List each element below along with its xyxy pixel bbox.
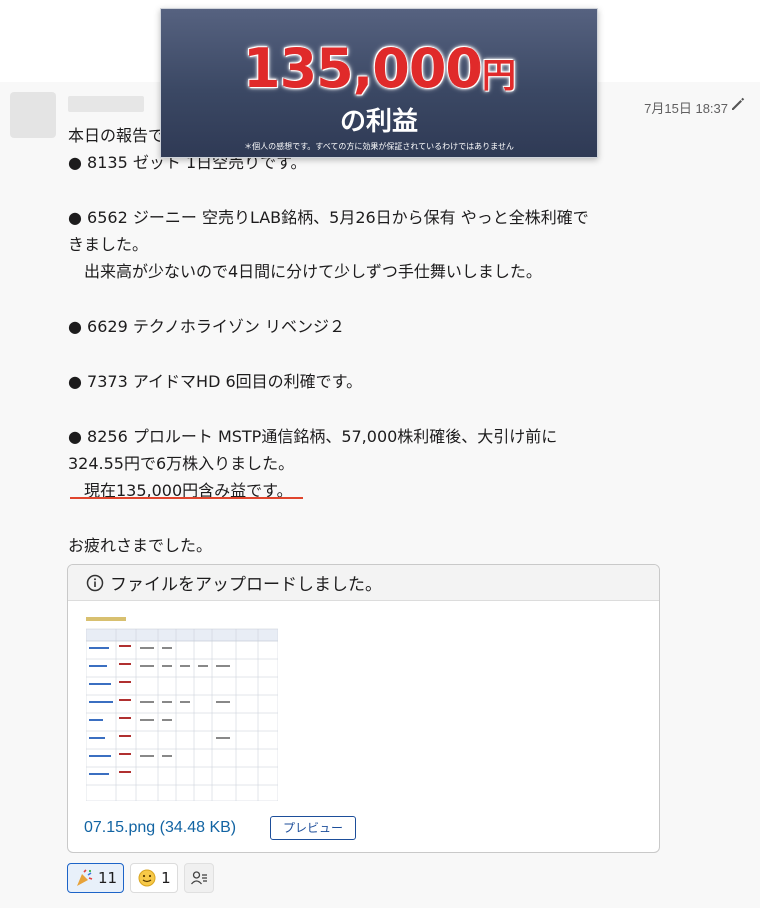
banner-subtitle: の利益 bbox=[339, 107, 418, 137]
user-list-icon bbox=[190, 871, 207, 885]
banner-amount-number: 135,000 bbox=[243, 37, 483, 100]
info-icon bbox=[86, 574, 104, 591]
message-line: ● 6629 テクノホライゾン リベンジ２ bbox=[68, 317, 345, 336]
profit-banner: 135,000円 の利益 ＊個人の感想です。すべての方に効果が保証されているわけ… bbox=[160, 8, 598, 158]
file-attachment: ファイルをアップロードしました。 07.15.png (34.48 KB) プレ… bbox=[67, 564, 660, 853]
reaction-count: 1 bbox=[161, 869, 171, 887]
file-thumbnail[interactable] bbox=[86, 615, 278, 801]
highlight-underline bbox=[70, 497, 303, 499]
message-line: きました。 bbox=[68, 235, 149, 254]
avatar[interactable] bbox=[10, 92, 56, 138]
message-line: ● 6562 ジーニー 空売りLAB銘柄、5月26日から保有 やっと全株利確で bbox=[68, 208, 589, 227]
reactions-bar: 11 1 bbox=[67, 863, 214, 893]
reaction-users-button[interactable] bbox=[183, 863, 214, 893]
message-line-highlight: 現在135,000円含み益です。 bbox=[68, 481, 293, 500]
file-header: ファイルをアップロードしました。 bbox=[68, 565, 659, 601]
face-emoji-icon bbox=[138, 869, 156, 887]
message-line: 324.55円で6万株入りました。 bbox=[68, 454, 295, 473]
message-line: 出来高が少ないので4日間に分けて少しずつ手仕舞いしました。 bbox=[68, 262, 542, 281]
timestamp[interactable]: 7月15日 18:37 bbox=[644, 98, 728, 117]
banner-disclaimer: ＊個人の感想です。すべての方に効果が保証されているわけではありません bbox=[244, 142, 514, 151]
message-line: ● 7373 アイドマHD 6回目の利確です。 bbox=[68, 372, 363, 391]
preview-button[interactable]: プレビュー bbox=[270, 816, 356, 840]
reaction-face[interactable]: 1 bbox=[130, 863, 178, 893]
party-popper-icon bbox=[77, 869, 93, 886]
file-header-text: ファイルをアップロードしました。 bbox=[110, 575, 382, 595]
reaction-party[interactable]: 11 bbox=[67, 863, 125, 893]
pencil-icon[interactable] bbox=[730, 96, 746, 112]
message-line: ● 8256 プロルート MSTP通信銘柄、57,000株利確後、大引け前に bbox=[68, 427, 558, 446]
message-line: お疲れさまでした。 bbox=[68, 536, 213, 555]
banner-amount: 135,000円 bbox=[161, 37, 597, 100]
banner-yen: 円 bbox=[481, 56, 516, 96]
reaction-count: 11 bbox=[98, 869, 118, 887]
file-name-link[interactable]: 07.15.png (34.48 KB) bbox=[84, 819, 236, 837]
username-redacted[interactable] bbox=[68, 96, 144, 112]
message-body: 本日の報告です。 ● 8135 ゼット 1日空売りです。 ● 6562 ジーニー… bbox=[68, 122, 698, 559]
